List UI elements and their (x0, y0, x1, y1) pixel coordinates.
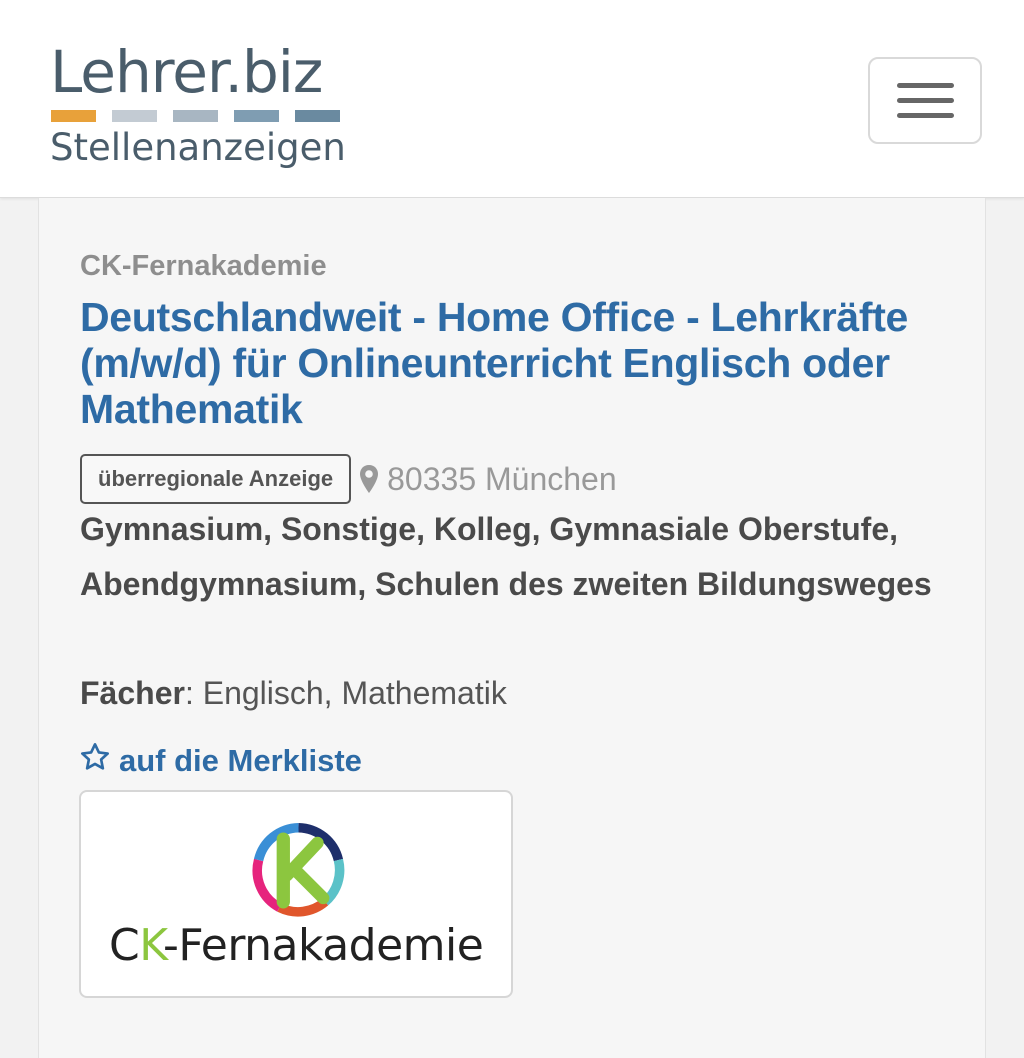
map-pin-icon (359, 463, 381, 495)
subjects-value: Englisch, Mathematik (193, 675, 507, 711)
logo-wordmark: Lehrer.biz (50, 38, 323, 106)
hamburger-icon (896, 83, 954, 88)
hamburger-icon (896, 113, 954, 118)
hamburger-icon (896, 98, 954, 103)
logo-bar (173, 110, 218, 122)
job-title-link[interactable]: Deutschlandweit - Home Office - Lehrkräf… (80, 294, 940, 432)
logo-letter: K (139, 920, 163, 971)
site-header: Lehrer.biz Stellenanzeigen (0, 0, 1024, 198)
subjects: Fächer: Englisch, Mathematik (80, 666, 507, 721)
site-logo[interactable]: Lehrer.biz Stellenanzeigen (50, 40, 350, 170)
logo-bar (112, 110, 157, 122)
job-card: CK-Fernakademie Deutschlandweit - Home O… (38, 198, 986, 1058)
watchlist-label: auf die Merkliste (119, 743, 362, 778)
logo-subtitle: Stellenanzeigen (50, 126, 346, 169)
logo-text: -Fernakademie (162, 920, 484, 971)
logo-letter: C (109, 920, 140, 971)
subjects-label: Fächer (80, 675, 185, 711)
job-meta-row: überregionale Anzeige 80335 München (80, 454, 617, 504)
school-types: Gymnasium, Sonstige, Kolleg, Gymnasiale … (80, 511, 932, 602)
star-icon (79, 741, 111, 781)
job-location: 80335 München (387, 460, 617, 497)
subjects-separator: : (184, 675, 194, 711)
ck-logo-mark-icon (252, 822, 345, 917)
logo-bar (51, 110, 96, 122)
region-badge: überregionale Anzeige (80, 454, 352, 504)
company-name: CK-Fernakademie (80, 250, 327, 282)
menu-toggle-button[interactable] (868, 57, 982, 144)
add-to-watchlist-link[interactable]: auf die Merkliste (79, 741, 362, 781)
logo-color-bars (51, 110, 340, 122)
company-logo-wordmark: CK-Fernakademie (109, 920, 484, 971)
logo-bar (295, 110, 340, 122)
logo-bar (234, 110, 279, 122)
company-logo-box[interactable]: CK-Fernakademie (79, 790, 513, 998)
